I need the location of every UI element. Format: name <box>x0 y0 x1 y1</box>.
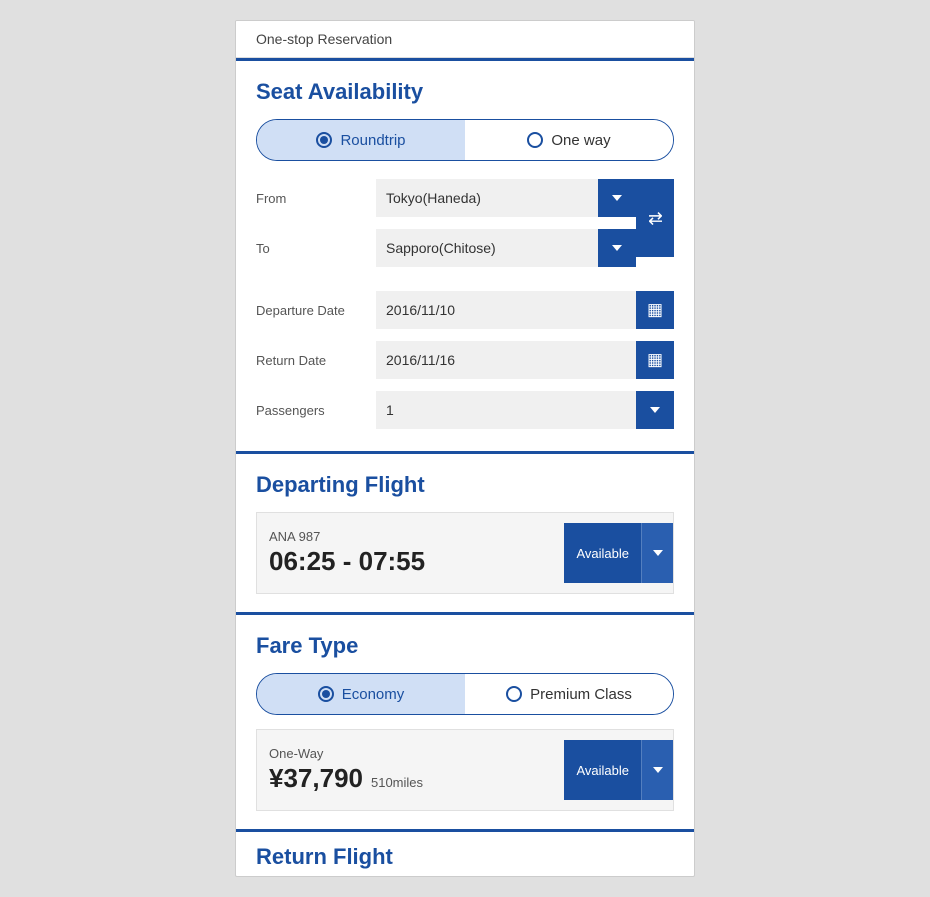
from-input-group <box>376 179 636 217</box>
economy-label: Economy <box>342 686 405 703</box>
premium-radio <box>506 686 522 702</box>
passengers-chevron-icon <box>650 407 660 413</box>
roundtrip-radio <box>316 132 332 148</box>
return-flight-title: Return Flight <box>256 844 674 870</box>
return-calendar-icon: ▦ <box>647 350 663 370</box>
passengers-input-group <box>376 391 674 429</box>
page-title: One-stop Reservation <box>256 31 392 47</box>
from-to-fields: From To <box>256 179 636 279</box>
fare-info: One-Way ¥37,790 510miles <box>269 746 564 794</box>
departing-flight-time: 06:25 - 07:55 <box>269 546 564 577</box>
swap-button[interactable]: ⇅ <box>636 179 674 257</box>
to-input-group <box>376 229 636 267</box>
reservation-page: One-stop Reservation Seat Availability R… <box>235 20 695 877</box>
from-to-wrapper: From To <box>256 179 674 279</box>
return-date-calendar-button[interactable]: ▦ <box>636 341 674 379</box>
departing-flight-section: Departing Flight ANA 987 06:25 - 07:55 A… <box>236 454 694 612</box>
fare-card-inner: One-Way ¥37,790 510miles Available <box>257 730 673 810</box>
departure-date-row: Departure Date ▦ <box>256 291 674 329</box>
seat-availability-title: Seat Availability <box>256 79 674 105</box>
oneway-radio <box>527 132 543 148</box>
return-date-input-group: ▦ <box>376 341 674 379</box>
departing-flight-card-inner: ANA 987 06:25 - 07:55 Available <box>257 513 673 593</box>
departing-avail-chevron-icon <box>653 550 663 556</box>
fare-price: ¥37,790 <box>269 763 363 794</box>
fare-type-title: Fare Type <box>256 633 674 659</box>
to-dropdown-button[interactable] <box>598 229 636 267</box>
to-label: To <box>256 241 376 256</box>
fare-type-section: Fare Type Economy Premium Class One-Way … <box>236 615 694 829</box>
fare-card: One-Way ¥37,790 510miles Available <box>256 729 674 811</box>
to-chevron-icon <box>612 245 622 251</box>
economy-radio <box>318 686 334 702</box>
to-row: To <box>256 229 636 267</box>
premium-option[interactable]: Premium Class <box>465 674 673 714</box>
departure-date-input[interactable] <box>376 291 636 329</box>
fare-miles: 510miles <box>371 775 423 790</box>
fare-available-label[interactable]: Available <box>564 740 641 800</box>
fare-avail-chevron-icon <box>653 767 663 773</box>
return-date-input[interactable] <box>376 341 636 379</box>
trip-type-toggle: Roundtrip One way <box>256 119 674 161</box>
departing-flight-title: Departing Flight <box>256 472 674 498</box>
fare-subtitle: One-Way <box>269 746 564 761</box>
passengers-input[interactable] <box>376 391 636 429</box>
premium-label: Premium Class <box>530 686 632 703</box>
seat-availability-section: Seat Availability Roundtrip One way From <box>236 61 694 451</box>
to-input[interactable] <box>376 229 598 267</box>
passengers-label: Passengers <box>256 403 376 418</box>
departing-avail-chevron[interactable] <box>641 523 673 583</box>
departing-flight-info: ANA 987 06:25 - 07:55 <box>269 529 564 577</box>
return-date-label: Return Date <box>256 353 376 368</box>
departure-date-label: Departure Date <box>256 303 376 318</box>
departure-date-input-group: ▦ <box>376 291 674 329</box>
fare-type-toggle: Economy Premium Class <box>256 673 674 715</box>
from-dropdown-button[interactable] <box>598 179 636 217</box>
fare-price-row: ¥37,790 510miles <box>269 763 564 794</box>
fare-availability-button[interactable]: Available <box>564 740 673 800</box>
from-input[interactable] <box>376 179 598 217</box>
oneway-option[interactable]: One way <box>465 120 673 160</box>
economy-option[interactable]: Economy <box>257 674 465 714</box>
from-chevron-icon <box>612 195 622 201</box>
from-label: From <box>256 191 376 206</box>
roundtrip-option[interactable]: Roundtrip <box>257 120 465 160</box>
from-row: From <box>256 179 636 217</box>
swap-icon: ⇅ <box>645 210 666 225</box>
return-date-row: Return Date ▦ <box>256 341 674 379</box>
passengers-dropdown-button[interactable] <box>636 391 674 429</box>
page-header: One-stop Reservation <box>236 21 694 58</box>
departing-flight-number: ANA 987 <box>269 529 564 544</box>
departure-date-calendar-button[interactable]: ▦ <box>636 291 674 329</box>
roundtrip-label: Roundtrip <box>340 132 405 149</box>
departure-calendar-icon: ▦ <box>647 300 663 320</box>
departing-flight-card: ANA 987 06:25 - 07:55 Available <box>256 512 674 594</box>
fare-avail-chevron[interactable] <box>641 740 673 800</box>
departing-available-label[interactable]: Available <box>564 523 641 583</box>
return-flight-section: Return Flight <box>236 829 694 876</box>
oneway-label: One way <box>551 132 610 149</box>
passengers-row: Passengers <box>256 391 674 429</box>
departing-availability-button[interactable]: Available <box>564 523 673 583</box>
